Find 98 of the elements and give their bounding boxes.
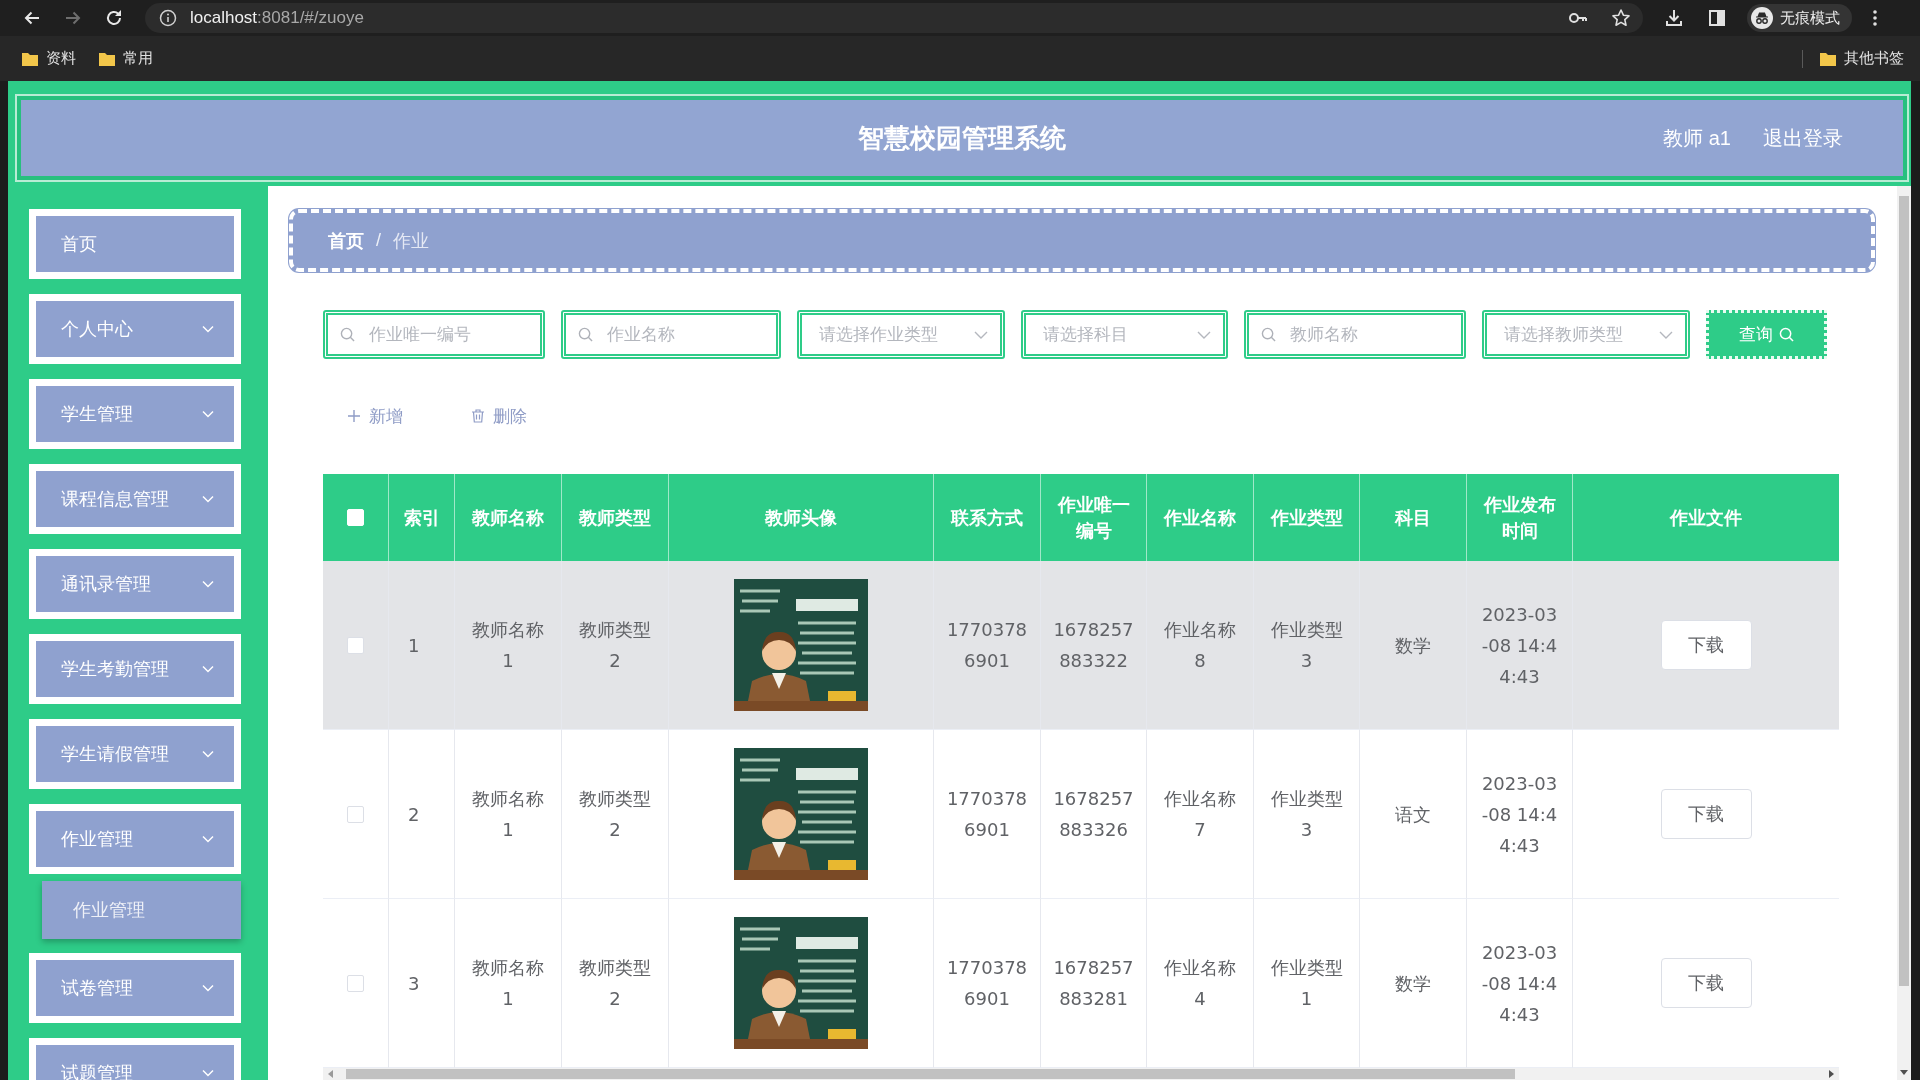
- table-cell: 3: [389, 899, 455, 1068]
- table-cell: 作业名称4: [1147, 899, 1254, 1068]
- download-icon[interactable]: [1664, 8, 1684, 28]
- chevron-down-icon: [202, 410, 214, 418]
- search-icon: [1261, 327, 1276, 342]
- table-cell: 教师类型2: [562, 730, 669, 899]
- plus-icon: [347, 409, 361, 423]
- star-icon[interactable]: [1611, 8, 1631, 28]
- table-cell: 2023-03-08 14:44:43: [1467, 561, 1573, 730]
- table-cell: 教师类型2: [562, 561, 669, 730]
- table-cell: 教师名称1: [455, 899, 562, 1068]
- download-button[interactable]: 下载: [1660, 620, 1752, 670]
- add-button[interactable]: 新增: [343, 404, 407, 428]
- horizontal-scrollbar[interactable]: [323, 1068, 1839, 1080]
- row-checkbox[interactable]: [347, 974, 364, 992]
- chevron-down-icon: [202, 984, 214, 992]
- breadcrumb-current: 作业: [393, 229, 429, 253]
- download-button[interactable]: 下载: [1660, 789, 1752, 839]
- sidebar-menu-item[interactable]: 通讯录管理: [29, 549, 241, 619]
- sidebar-menu-item[interactable]: 首页: [29, 209, 241, 279]
- table-cell: 1678257883326: [1041, 730, 1147, 899]
- incognito-icon: [1751, 7, 1773, 29]
- search-field[interactable]: 教师名称: [1244, 310, 1466, 359]
- logout-link[interactable]: 退出登录: [1763, 124, 1843, 152]
- table-cell: 作业名称7: [1147, 730, 1254, 899]
- table-cell: 1678257883322: [1041, 561, 1147, 730]
- user-name: 教师 a1: [1663, 125, 1731, 151]
- chevron-down-icon: [202, 495, 214, 503]
- address-field[interactable]: localhost:8081/#/zuoye: [145, 3, 1643, 33]
- table-cell: 17703786901: [934, 561, 1041, 730]
- folder-icon: [1820, 51, 1836, 66]
- table-cell: 17703786901: [934, 730, 1041, 899]
- chevron-down-icon: [1197, 331, 1211, 339]
- info-icon[interactable]: [159, 9, 177, 27]
- menu-icon[interactable]: [1872, 8, 1878, 28]
- sidebar-menu-item[interactable]: 学生考勤管理: [29, 634, 241, 704]
- trash-icon: [471, 409, 485, 423]
- column-header: 作业文件: [1668, 506, 1743, 530]
- sidebar-menu-item[interactable]: 课程信息管理: [29, 464, 241, 534]
- table-cell: 教师名称1: [455, 561, 562, 730]
- chevron-down-icon: [202, 580, 214, 588]
- search-icon: [340, 327, 355, 342]
- table-cell: 作业名称8: [1147, 561, 1254, 730]
- row-checkbox[interactable]: [347, 805, 364, 823]
- select-all-checkbox[interactable]: [347, 509, 364, 526]
- scroll-right-icon: [1827, 1070, 1835, 1078]
- table-cell: 作业类型3: [1254, 561, 1360, 730]
- sidebar-submenu-item[interactable]: 作业管理: [42, 881, 241, 939]
- table-cell: 17703786901: [934, 899, 1041, 1068]
- row-checkbox[interactable]: [347, 636, 364, 654]
- table-cell: 语文: [1360, 730, 1467, 899]
- search-field[interactable]: 作业唯一编号: [323, 310, 545, 359]
- table-cell: 1: [389, 561, 455, 730]
- table-cell: 2023-03-08 14:44:43: [1467, 730, 1573, 899]
- search-button[interactable]: 查询: [1706, 310, 1827, 359]
- table-cell: 教师名称1: [455, 730, 562, 899]
- breadcrumb-link[interactable]: 首页: [328, 228, 364, 253]
- chevron-down-icon: [202, 835, 214, 843]
- search-icon: [1779, 327, 1794, 342]
- bookmark-folder[interactable]: 常用: [99, 49, 153, 68]
- chevron-down-icon: [1659, 331, 1673, 339]
- scroll-left-icon: [327, 1070, 335, 1078]
- chevron-down-icon: [202, 1069, 214, 1077]
- reload-icon[interactable]: [104, 8, 124, 28]
- table-cell: 数学: [1360, 561, 1467, 730]
- table-cell: 作业类型1: [1254, 899, 1360, 1068]
- sidebar-menu-item[interactable]: 试卷管理: [29, 953, 241, 1023]
- search-icon: [578, 327, 593, 342]
- table-cell: 2: [389, 730, 455, 899]
- delete-button[interactable]: 删除: [467, 404, 531, 428]
- table-cell: 数学: [1360, 899, 1467, 1068]
- sidebar-menu-item[interactable]: 学生管理: [29, 379, 241, 449]
- table-cell: 1678257883281: [1041, 899, 1147, 1068]
- select-field[interactable]: 请选择作业类型: [797, 310, 1005, 359]
- scroll-down-icon: [1900, 1068, 1908, 1076]
- folder-icon: [99, 51, 115, 66]
- select-field[interactable]: 请选择教师类型: [1482, 310, 1690, 359]
- folder-icon: [22, 51, 38, 66]
- chevron-down-icon: [202, 325, 214, 333]
- side-panel-icon[interactable]: [1707, 8, 1727, 28]
- download-button[interactable]: 下载: [1660, 958, 1752, 1008]
- sidebar-menu-item[interactable]: 个人中心: [29, 294, 241, 364]
- select-field[interactable]: 请选择科目: [1021, 310, 1228, 359]
- incognito-button[interactable]: 无痕模式: [1747, 4, 1852, 32]
- app-title: 智慧校园管理系统: [858, 121, 1066, 155]
- chevron-down-icon: [202, 665, 214, 673]
- table-cell: 教师类型2: [562, 899, 669, 1068]
- vertical-scrollbar[interactable]: [1897, 186, 1911, 1080]
- table-cell: 2023-03-08 14:44:43: [1467, 899, 1573, 1068]
- bookmark-folder[interactable]: 其他书签: [1820, 49, 1904, 68]
- search-field[interactable]: 作业名称: [561, 310, 781, 359]
- table-cell: 作业类型3: [1254, 730, 1360, 899]
- breadcrumb-separator: /: [376, 230, 381, 251]
- bookmark-folder[interactable]: 资料: [22, 49, 76, 68]
- sidebar-menu-item[interactable]: 学生请假管理: [29, 719, 241, 789]
- sidebar-menu-item[interactable]: 作业管理: [29, 804, 241, 874]
- chevron-down-icon: [974, 331, 988, 339]
- chevron-down-icon: [202, 750, 214, 758]
